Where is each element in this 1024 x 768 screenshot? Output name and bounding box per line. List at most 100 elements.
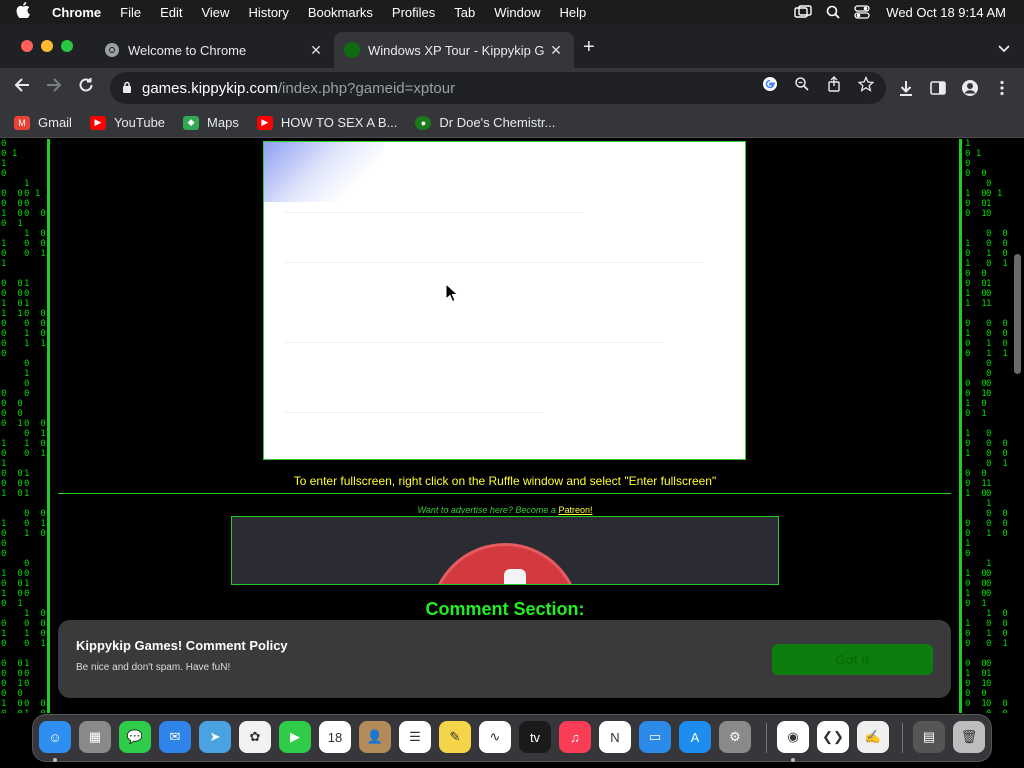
forward-arrow-icon[interactable] bbox=[42, 76, 66, 100]
window-zoom-button[interactable] bbox=[61, 40, 73, 52]
reminders-icon[interactable]: ☰ bbox=[399, 721, 431, 753]
bookmark-label: Maps bbox=[207, 115, 239, 130]
tab-search-chevron-icon[interactable] bbox=[998, 42, 1010, 56]
window-minimize-button[interactable] bbox=[41, 40, 53, 52]
comment-policy-banner: Kippykip Games! Comment Policy Be nice a… bbox=[58, 620, 951, 698]
comment-section-heading: Comment Section: bbox=[425, 599, 585, 619]
patreon-link[interactable]: Patreon! bbox=[558, 505, 592, 515]
ad-hand-icon bbox=[504, 569, 526, 584]
new-tab-button[interactable]: + bbox=[583, 36, 595, 59]
game-sky-gradient bbox=[264, 142, 384, 202]
menu-app-name[interactable]: Chrome bbox=[52, 5, 101, 20]
textedit-icon[interactable]: ✍ bbox=[857, 721, 889, 753]
menu-history[interactable]: History bbox=[248, 5, 288, 20]
kippykip-favicon-icon bbox=[344, 42, 360, 58]
bookmark-label: Dr Doe's Chemistr... bbox=[439, 115, 556, 130]
contacts-icon[interactable]: 👤 bbox=[359, 721, 391, 753]
tv-icon[interactable]: tv bbox=[519, 721, 551, 753]
browser-tab-strip: Welcome to Chrome ✕ Windows XP Tour - Ki… bbox=[0, 24, 1024, 68]
side-panel-icon[interactable] bbox=[929, 79, 947, 97]
ruffle-game-window[interactable] bbox=[263, 141, 746, 460]
screen-mirroring-icon[interactable] bbox=[794, 5, 812, 19]
tab-title: Windows XP Tour - Kippykip G bbox=[368, 42, 545, 58]
matrix-rain-right-2: 0 0 1 1 0 0 0 0 0 1 0 0 1 1 0 1 0 0 0 0 … bbox=[986, 179, 1008, 713]
menu-bookmarks[interactable]: Bookmarks bbox=[308, 5, 373, 20]
lock-icon[interactable] bbox=[122, 81, 132, 96]
bookmark-maps[interactable]: ◆ Maps bbox=[183, 115, 239, 130]
system-settings-icon[interactable]: ⚙ bbox=[719, 721, 751, 753]
reload-icon[interactable] bbox=[74, 76, 98, 100]
page-scrollbar[interactable] bbox=[1010, 139, 1024, 713]
apple-menu-icon[interactable] bbox=[16, 2, 38, 22]
dock-separator bbox=[902, 723, 903, 753]
chrome-icon[interactable]: ◉ bbox=[777, 721, 809, 753]
bookmark-youtube[interactable]: ▶ YouTube bbox=[89, 115, 165, 130]
photos-icon[interactable]: ✿ bbox=[239, 721, 271, 753]
macos-menu-bar: Chrome File Edit View History Bookmarks … bbox=[0, 0, 1024, 24]
menu-edit[interactable]: Edit bbox=[160, 5, 182, 20]
url-path: /index.php?gameid=xptour bbox=[277, 79, 456, 97]
dock-separator bbox=[766, 723, 767, 753]
menu-help[interactable]: Help bbox=[560, 5, 587, 20]
download-icon[interactable] bbox=[897, 79, 915, 97]
policy-description: Be nice and don't spam. Have fuN! bbox=[76, 662, 231, 673]
downloads-stack-icon[interactable]: ▤ bbox=[913, 721, 945, 753]
matrix-rain-left: 0 0 1 1 0 0 0 0 0 1 0 0 1 1 0 1 0 0 0 0 … bbox=[1, 139, 23, 713]
game-texture-line bbox=[284, 262, 704, 263]
gmail-icon: M bbox=[14, 115, 30, 130]
game-texture-line bbox=[284, 212, 584, 213]
menu-profiles[interactable]: Profiles bbox=[392, 5, 435, 20]
bookmark-gmail[interactable]: M Gmail bbox=[14, 115, 72, 130]
bookmark-star-icon[interactable] bbox=[857, 75, 875, 92]
fullscreen-instructions: To enter fullscreen, right click on the … bbox=[293, 474, 717, 488]
tab-welcome-to-chrome[interactable]: Welcome to Chrome ✕ bbox=[94, 32, 334, 68]
left-border-line bbox=[47, 139, 50, 713]
share-icon[interactable] bbox=[826, 76, 842, 92]
menu-bar-clock[interactable]: Wed Oct 18 9:14 AM bbox=[886, 5, 1006, 20]
profile-avatar-icon[interactable] bbox=[961, 79, 979, 97]
menu-tab[interactable]: Tab bbox=[454, 5, 475, 20]
keynote-icon[interactable]: ▭ bbox=[639, 721, 671, 753]
menu-window[interactable]: Window bbox=[494, 5, 540, 20]
vscode-icon[interactable]: ❮❯ bbox=[817, 721, 849, 753]
youtube-icon: ▶ bbox=[89, 115, 106, 130]
tab-close-icon[interactable]: ✕ bbox=[546, 42, 566, 59]
zoom-icon[interactable] bbox=[794, 76, 810, 92]
tab-windows-xp-tour[interactable]: Windows XP Tour - Kippykip G ✕ bbox=[334, 32, 574, 68]
music-icon[interactable]: ♫ bbox=[559, 721, 591, 753]
divider bbox=[58, 493, 951, 494]
spotlight-search-icon[interactable] bbox=[826, 5, 840, 19]
url-host: games.kippykip.com bbox=[142, 79, 278, 97]
macos-dock: ☺ ▦ 💬 ✉ ➤ ✿ ▶ 18 👤 ☰ ✎ ∿ tv ♫ N ▭ A ⚙ ◉ ❮❯ ✍ ▤ 🗑 bbox=[32, 714, 992, 762]
google-lens-icon[interactable] bbox=[762, 76, 778, 92]
more-menu-icon[interactable] bbox=[993, 79, 1011, 97]
bookmark-label: HOW TO SEX A B... bbox=[280, 115, 398, 130]
tab-close-icon[interactable]: ✕ bbox=[306, 42, 326, 59]
maps-icon: ◆ bbox=[183, 115, 200, 130]
control-center-icon[interactable] bbox=[854, 5, 870, 19]
bookmark-youtube-video[interactable]: ▶ HOW TO SEX A B... bbox=[256, 115, 398, 130]
messages-icon[interactable]: 💬 bbox=[119, 721, 151, 753]
facetime-icon[interactable]: ▶ bbox=[279, 721, 311, 753]
bookmark-label: Gmail bbox=[38, 115, 72, 130]
notes-icon[interactable]: ✎ bbox=[439, 721, 471, 753]
game-texture-line bbox=[284, 342, 664, 343]
app-store-icon[interactable]: A bbox=[679, 721, 711, 753]
menu-view[interactable]: View bbox=[201, 5, 229, 20]
ad-banner[interactable] bbox=[231, 516, 779, 585]
maps-icon[interactable]: ➤ bbox=[199, 721, 231, 753]
scrollbar-thumb[interactable] bbox=[1014, 254, 1021, 374]
got-it-button[interactable]: Got it bbox=[772, 644, 933, 675]
menu-file[interactable]: File bbox=[120, 5, 141, 20]
back-arrow-icon[interactable] bbox=[10, 76, 34, 100]
calendar-icon[interactable]: 18 bbox=[319, 721, 351, 753]
bookmark-dr-doe[interactable]: ● Dr Doe's Chemistr... bbox=[415, 115, 555, 130]
launchpad-icon[interactable]: ▦ bbox=[79, 721, 111, 753]
mail-icon[interactable]: ✉ bbox=[159, 721, 191, 753]
window-close-button[interactable] bbox=[21, 40, 33, 52]
finder-icon[interactable]: ☺ bbox=[39, 721, 71, 753]
running-indicator bbox=[791, 758, 795, 762]
news-icon[interactable]: N bbox=[599, 721, 631, 753]
trash-icon[interactable]: 🗑 bbox=[953, 721, 985, 753]
freeform-icon[interactable]: ∿ bbox=[479, 721, 511, 753]
